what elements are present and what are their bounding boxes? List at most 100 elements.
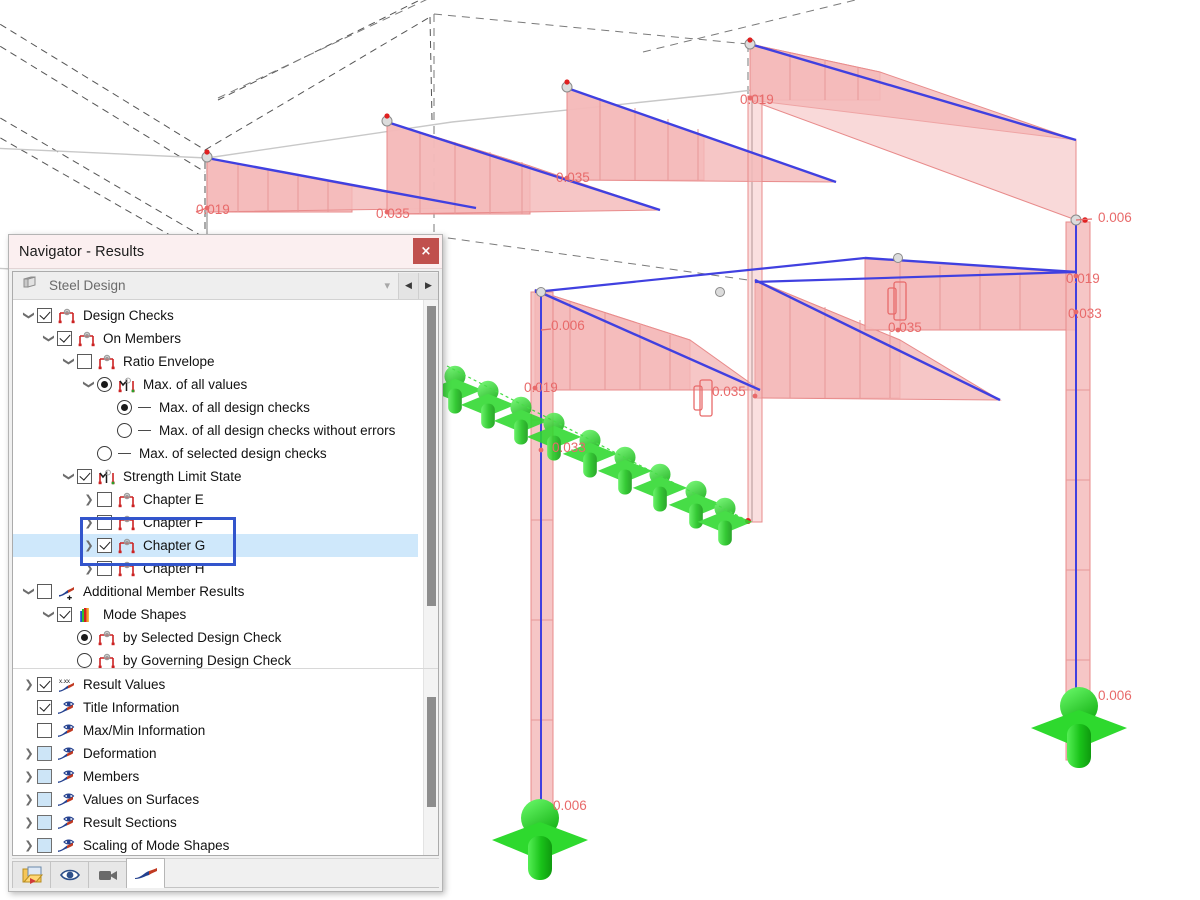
navigator-tabstrip[interactable]	[12, 858, 439, 888]
row-checkbox[interactable]	[57, 331, 72, 346]
tree-row-label: Mode Shapes	[103, 607, 187, 622]
row-radio[interactable]	[97, 446, 112, 461]
chevron-right-icon[interactable]: ❯	[21, 817, 37, 828]
chevron-right-icon[interactable]: ❯	[81, 563, 97, 574]
tree-row-label: Max. of selected design checks	[139, 446, 327, 461]
combo-main[interactable]: Steel Design ▾	[13, 272, 398, 299]
tree-row[interactable]: Title Information	[13, 696, 438, 719]
row-checkbox[interactable]	[77, 469, 92, 484]
dialog-titlebar[interactable]: Navigator - Results ×	[9, 235, 442, 269]
eye-icon[interactable]	[50, 861, 89, 888]
row-checkbox[interactable]	[37, 308, 52, 323]
tree-row[interactable]: by Selected Design Check	[13, 626, 438, 649]
row-checkbox[interactable]	[37, 746, 52, 761]
dash-icon	[137, 400, 153, 416]
chevron-down-icon[interactable]: ❯	[83, 377, 96, 393]
tree-row-label: Chapter E	[143, 492, 204, 507]
row-checkbox[interactable]	[37, 838, 52, 853]
row-checkbox[interactable]	[97, 515, 112, 530]
results-tree-lower[interactable]: ❯ x.xx Result Values Title Information Max/M…	[13, 669, 438, 855]
row-radio[interactable]	[97, 377, 112, 392]
tree-row[interactable]: ❯ Members	[13, 765, 438, 788]
chevron-right-icon[interactable]: ❯	[21, 840, 37, 851]
row-checkbox[interactable]	[37, 815, 52, 830]
tree-row[interactable]: ❯ Mode Shapes	[13, 603, 438, 626]
row-radio[interactable]	[117, 423, 132, 438]
row-radio[interactable]	[77, 653, 92, 668]
row-checkbox[interactable]	[97, 561, 112, 576]
row-checkbox[interactable]	[37, 677, 52, 692]
triangle-right-icon[interactable]: ▶	[418, 272, 438, 299]
eye-label-icon	[57, 723, 77, 739]
tree-row[interactable]: ❯ Strength Limit State	[13, 465, 438, 488]
navigator-results-dialog[interactable]: Navigator - Results × Steel Design ▾ ◀ ▶…	[8, 234, 443, 892]
tree-row[interactable]: ❯ Values on Surfaces	[13, 788, 438, 811]
max-values-icon	[117, 377, 137, 393]
tree-row[interactable]: ❯ Ratio Envelope	[13, 350, 438, 373]
tree-row[interactable]: ❯ Max. of all values	[13, 373, 438, 396]
dash-icon	[117, 446, 133, 462]
row-checkbox[interactable]	[77, 354, 92, 369]
tree-row[interactable]: ❯ On Members	[13, 327, 438, 350]
close-icon[interactable]: ×	[413, 238, 439, 264]
project-navigator-tab[interactable]	[12, 861, 51, 888]
chevron-right-icon[interactable]: ❯	[81, 540, 97, 551]
row-radio[interactable]	[117, 400, 132, 415]
row-checkbox[interactable]	[37, 769, 52, 784]
tree-row-label: Title Information	[83, 700, 180, 715]
row-checkbox[interactable]	[97, 492, 112, 507]
triangle-left-icon[interactable]: ◀	[398, 272, 418, 299]
chevron-right-icon[interactable]: ❯	[21, 771, 37, 782]
chevron-right-icon[interactable]: ❯	[81, 517, 97, 528]
design-standard-combobox[interactable]: Steel Design ▾ ◀ ▶	[13, 272, 438, 300]
eye-label-icon	[57, 700, 77, 716]
row-checkbox[interactable]	[37, 792, 52, 807]
tree-row-label: Chapter G	[143, 538, 206, 553]
result-value-label: 0.019	[524, 380, 558, 395]
tree-row[interactable]: by Governing Design Check	[13, 649, 438, 668]
chevron-down-icon[interactable]: ❯	[63, 469, 76, 485]
row-checkbox[interactable]	[37, 723, 52, 738]
tree-upper-scrollbar[interactable]	[423, 300, 438, 668]
tree-row[interactable]: ❯ Chapter H	[13, 557, 438, 580]
tree-lower-scrollbar[interactable]	[423, 669, 438, 855]
tree-row-label: Result Values	[83, 677, 166, 692]
tree-row[interactable]: ❯ Result Sections	[13, 811, 438, 834]
chevron-down-icon[interactable]: ❯	[23, 308, 36, 324]
tree-row[interactable]: Max/Min Information	[13, 719, 438, 742]
tree-row[interactable]: ❯ Deformation	[13, 742, 438, 765]
chevron-down-icon[interactable]: ❯	[43, 331, 56, 347]
tree-row-label: Strength Limit State	[123, 469, 242, 484]
chevron-down-icon[interactable]: ❯	[63, 354, 76, 370]
tree-row[interactable]: ❯ x.xx Result Values	[13, 673, 438, 696]
result-value-label: 0.033	[552, 440, 586, 455]
chevron-down-icon[interactable]: ❯	[23, 584, 36, 600]
tree-row[interactable]: Max. of all design checks without errors	[13, 419, 438, 442]
row-checkbox[interactable]	[57, 607, 72, 622]
video-camera-icon[interactable]	[88, 861, 127, 888]
tree-row[interactable]: ❯ Chapter F	[13, 511, 438, 534]
chevron-down-icon[interactable]: ❯	[43, 607, 56, 623]
tree-row-label: Members	[83, 769, 140, 784]
row-checkbox[interactable]	[97, 538, 112, 553]
chevron-right-icon[interactable]: ❯	[21, 748, 37, 759]
tree-row[interactable]: ❯ Chapter E	[13, 488, 438, 511]
tree-row[interactable]: ❯ Design Checks	[13, 304, 438, 327]
tree-row[interactable]: ❯ Chapter G	[13, 534, 418, 557]
result-value-label: 0.006	[551, 318, 585, 333]
chevron-right-icon[interactable]: ❯	[81, 494, 97, 505]
results-swoosh-icon[interactable]	[126, 858, 165, 888]
navigator-body: Steel Design ▾ ◀ ▶ ❯ Design Checks ❯ On Mem…	[12, 271, 439, 856]
chevron-right-icon[interactable]: ❯	[21, 794, 37, 805]
chevron-right-icon[interactable]: ❯	[21, 679, 37, 690]
tree-row[interactable]: Max. of selected design checks	[13, 442, 438, 465]
row-checkbox[interactable]	[37, 584, 52, 599]
results-tree-upper[interactable]: ❯ Design Checks ❯ On Members ❯ Ratio Envelope…	[13, 300, 438, 669]
row-checkbox[interactable]	[37, 700, 52, 715]
row-radio[interactable]	[77, 630, 92, 645]
chevron-down-icon[interactable]: ▾	[384, 279, 390, 292]
tree-row[interactable]: ❯ Additional Member Results	[13, 580, 438, 603]
tree-row[interactable]: Max. of all design checks	[13, 396, 438, 419]
design-check-icon	[97, 354, 117, 370]
tree-row[interactable]: ❯ Scaling of Mode Shapes	[13, 834, 438, 855]
